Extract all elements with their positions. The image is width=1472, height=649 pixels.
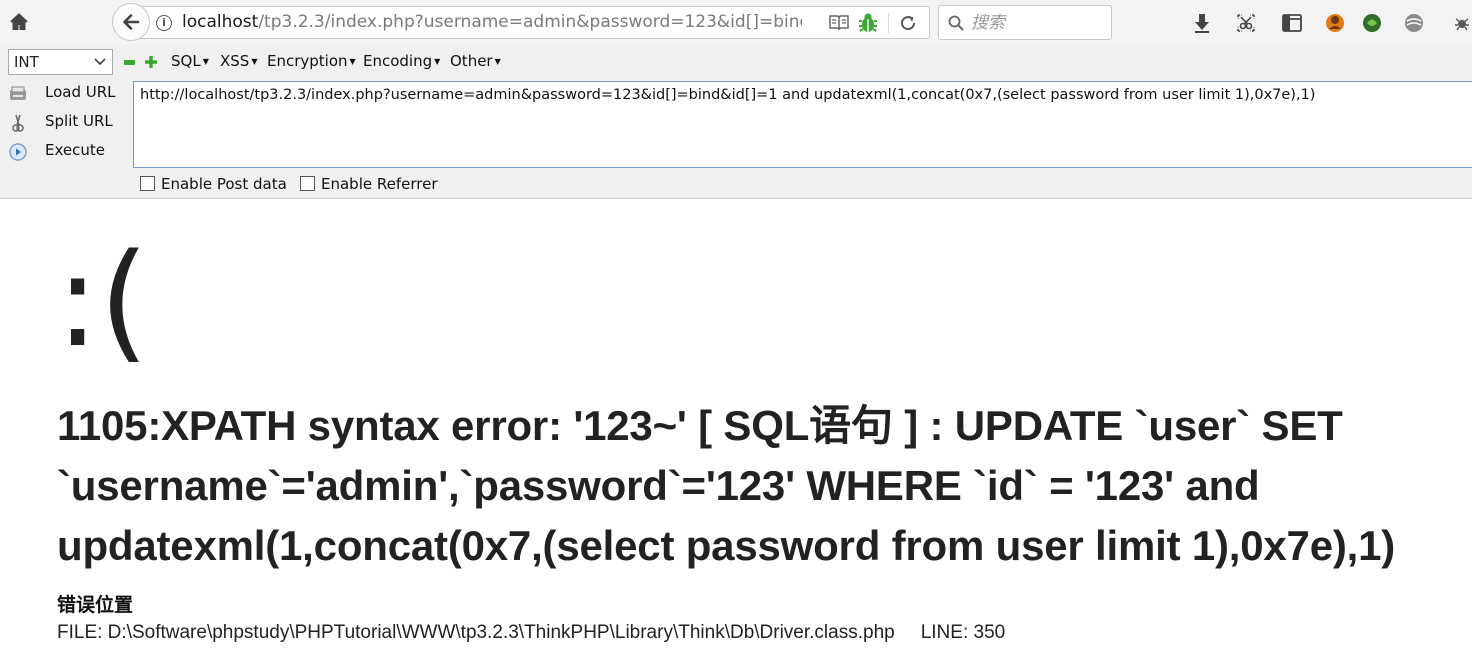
load-url-button[interactable]: Load URL [6,81,126,107]
reload-icon[interactable] [899,14,917,32]
type-select-value: INT [14,53,39,71]
bug-icon[interactable] [857,12,879,34]
checkbox-box[interactable] [140,176,155,191]
chevron-down-icon [94,58,106,66]
home-icon[interactable] [8,11,30,33]
menu-xss[interactable]: XSS ▼ [220,52,257,70]
type-select[interactable]: INT [8,49,113,75]
extension-bug-icon[interactable] [1450,11,1472,35]
extension-orange-icon[interactable] [1323,11,1347,35]
search-input[interactable] [971,11,1101,35]
minus-icon[interactable] [124,60,135,65]
info-icon[interactable]: i [156,15,172,31]
load-url-icon [10,86,26,100]
load-url-label: Load URL [45,83,116,101]
menu-other[interactable]: Other ▼ [450,52,501,70]
back-button[interactable] [112,3,150,41]
enable-post-checkbox[interactable]: Enable Post data [140,175,287,193]
sad-face: :( [56,227,150,376]
arrow-left-icon [123,14,140,30]
split-url-button[interactable]: Split URL [6,110,126,136]
hackbar-url-input[interactable]: http://localhost/tp3.2.3/index.php?usern… [133,81,1472,168]
checkbox-box[interactable] [300,176,315,191]
url-bar[interactable]: i localhost/tp3.2.3/index.php?username=a… [132,6,930,39]
menu-encryption[interactable]: Encryption ▼ [267,52,356,70]
menu-sql[interactable]: SQL ▼ [171,52,209,70]
error-file-info: FILE: D:\Software\phpstudy\PHPTutorial\W… [57,622,1005,644]
search-icon [948,15,964,31]
execute-button[interactable]: Execute [6,139,126,165]
reader-view-icon[interactable] [829,14,849,32]
error-message: 1105:XPATH syntax error: '123~' [ SQL语句 … [57,402,1396,569]
split-url-label: Split URL [45,112,113,130]
download-icon[interactable] [1190,11,1214,35]
browser-toolbar: i localhost/tp3.2.3/index.php?username=a… [0,0,1472,45]
enable-referrer-checkbox[interactable]: Enable Referrer [300,175,437,193]
extension-green-icon[interactable] [1360,11,1384,35]
url-text[interactable]: localhost/tp3.2.3/index.php?username=adm… [182,12,802,32]
sidebar-icon[interactable] [1280,11,1304,35]
file-path: FILE: D:\Software\phpstudy\PHPTutorial\W… [57,622,895,643]
error-position-title: 错误位置 [57,594,134,616]
hackbar-panel: INT SQL ▼ XSS ▼ Encryption ▼ Encoding ▼ Othe… [0,45,1472,199]
extension-grey-icon[interactable] [1402,11,1426,35]
menu-encoding[interactable]: Encoding ▼ [363,52,440,70]
url-bar-separator [888,13,889,33]
line-number: LINE: 350 [920,622,1006,643]
screenshot-icon[interactable] [1234,11,1258,35]
play-icon [9,143,27,161]
execute-label: Execute [45,141,105,159]
search-bar[interactable] [938,5,1112,40]
plus-icon[interactable] [145,56,157,68]
scissors-icon [12,114,24,132]
